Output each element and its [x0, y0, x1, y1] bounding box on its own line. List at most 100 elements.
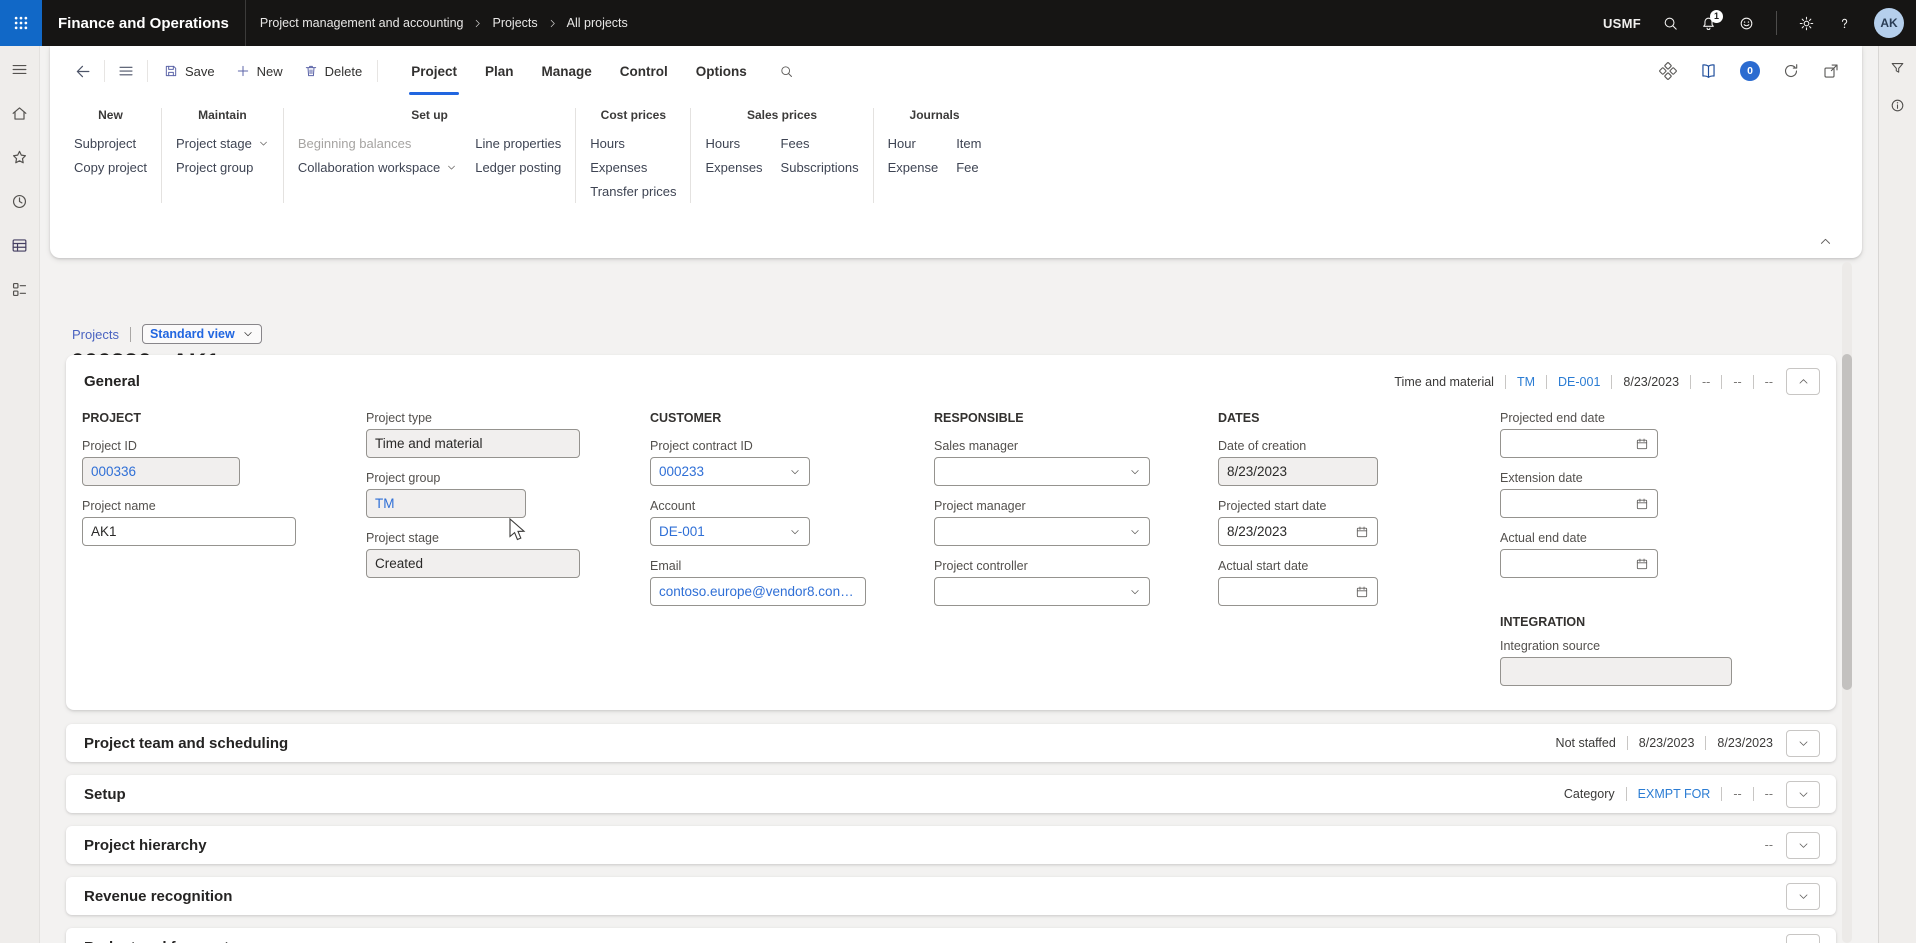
- ribbon-item-label: Fee: [956, 160, 978, 175]
- combo-field[interactable]: DE-001: [650, 517, 810, 546]
- ribbon-item-hours[interactable]: Hours: [705, 131, 762, 155]
- collapse-action-pane-button[interactable]: [1815, 231, 1836, 252]
- ribbon-item-expenses[interactable]: Expenses: [705, 155, 762, 179]
- calendar-icon[interactable]: [1629, 557, 1649, 571]
- general-column-2: CUSTOMERProject contract ID000233Account…: [650, 411, 866, 699]
- calendar-icon[interactable]: [1349, 525, 1369, 539]
- dynamics-icon[interactable]: [1659, 62, 1677, 80]
- ribbon-item-subscriptions[interactable]: Subscriptions: [781, 155, 859, 179]
- ribbon-item-expenses[interactable]: Expenses: [590, 155, 676, 179]
- chevron-down-icon[interactable]: [783, 526, 801, 538]
- actions-search-icon[interactable]: [775, 60, 798, 83]
- collapse-general-button[interactable]: [1786, 368, 1820, 395]
- expand-section-button[interactable]: [1786, 832, 1820, 859]
- ribbon-item-project-stage[interactable]: Project stage: [176, 131, 269, 155]
- calendar-icon[interactable]: [1629, 437, 1649, 451]
- chevron-down-icon[interactable]: [783, 466, 801, 478]
- date-field[interactable]: [1218, 577, 1378, 606]
- breadcrumb-item-projects[interactable]: Projects: [492, 16, 537, 30]
- date-field[interactable]: [1500, 429, 1658, 458]
- expand-section-button[interactable]: [1786, 730, 1820, 757]
- app-launcher-button[interactable]: [0, 0, 42, 46]
- input-field[interactable]: contoso.europe@vendor8.cons...: [650, 577, 866, 606]
- view-selector[interactable]: Standard view: [142, 324, 262, 344]
- open-in-new-window-icon[interactable]: [1822, 62, 1840, 80]
- ribbon-item-item[interactable]: Item: [956, 131, 981, 155]
- field-label: Projected end date: [1500, 411, 1732, 425]
- home-icon[interactable]: [10, 104, 29, 123]
- chevron-down-icon[interactable]: [1123, 466, 1141, 478]
- workspaces-list-icon[interactable]: [10, 280, 29, 299]
- ribbon-item-hour[interactable]: Hour: [888, 131, 939, 155]
- date-field[interactable]: 8/23/2023: [1218, 517, 1378, 546]
- tab-plan[interactable]: Plan: [471, 46, 528, 96]
- ribbon-item-hours[interactable]: Hours: [590, 131, 676, 155]
- ribbon-item-expense[interactable]: Expense: [888, 155, 939, 179]
- tab-manage[interactable]: Manage: [528, 46, 606, 96]
- tab-control[interactable]: Control: [606, 46, 682, 96]
- modules-grid-icon[interactable]: [10, 236, 29, 255]
- save-button[interactable]: Save: [153, 58, 225, 84]
- delete-button[interactable]: Delete: [293, 58, 373, 84]
- feedback-smiley-icon[interactable]: [1738, 15, 1755, 32]
- avatar[interactable]: AK: [1874, 8, 1904, 38]
- guide-book-icon[interactable]: [1699, 62, 1718, 81]
- summary-item[interactable]: EXMPT FOR: [1638, 787, 1711, 801]
- combo-field[interactable]: [934, 517, 1150, 546]
- ribbon-item-fees[interactable]: Fees: [781, 131, 859, 155]
- ribbon-item-copy-project[interactable]: Copy project: [74, 155, 147, 179]
- fasttab-budget-and-forecast[interactable]: Budget and forecast: [66, 928, 1836, 943]
- nav-list-icon[interactable]: [110, 58, 142, 84]
- expand-section-button[interactable]: [1786, 781, 1820, 808]
- filter-funnel-icon[interactable]: [1889, 60, 1906, 77]
- summary-item[interactable]: TM: [1517, 375, 1535, 389]
- ribbon-item-subproject[interactable]: Subproject: [74, 131, 147, 155]
- fasttab-project-hierarchy[interactable]: Project hierarchy--: [66, 826, 1836, 864]
- summary-item[interactable]: DE-001: [1558, 375, 1600, 389]
- company-selector[interactable]: USMF: [1603, 16, 1641, 31]
- messages-badge[interactable]: 0: [1740, 61, 1760, 81]
- fasttab-project-team-and-scheduling[interactable]: Project team and schedulingNot staffed8/…: [66, 724, 1836, 762]
- tab-project[interactable]: Project: [397, 46, 471, 96]
- fasttab-setup[interactable]: SetupCategoryEXMPT FOR----: [66, 775, 1836, 813]
- favorites-star-icon[interactable]: [10, 148, 29, 167]
- expand-section-button[interactable]: [1786, 883, 1820, 910]
- tab-options[interactable]: Options: [682, 46, 761, 96]
- ribbon-item-line-properties[interactable]: Line properties: [475, 131, 561, 155]
- breadcrumb: Project management and accounting Projec…: [260, 16, 628, 30]
- general-header[interactable]: General Time and materialTMDE-0018/23/20…: [66, 355, 1836, 395]
- refresh-icon[interactable]: [1782, 62, 1800, 80]
- scrollbar-thumb[interactable]: [1842, 354, 1852, 690]
- info-circle-icon[interactable]: [1889, 97, 1906, 114]
- date-field[interactable]: [1500, 549, 1658, 578]
- fasttab-summary: Not staffed8/23/20238/23/2023: [1556, 736, 1773, 750]
- expand-section-button[interactable]: [1786, 934, 1820, 943]
- breadcrumb-item-all-projects[interactable]: All projects: [567, 16, 628, 30]
- fasttab-revenue-recognition[interactable]: Revenue recognition: [66, 877, 1836, 915]
- search-icon[interactable]: [1662, 15, 1679, 32]
- hamburger-menu-icon[interactable]: [10, 60, 29, 79]
- ribbon-item-transfer-prices[interactable]: Transfer prices: [590, 179, 676, 203]
- combo-field[interactable]: [934, 457, 1150, 486]
- date-field[interactable]: [1500, 489, 1658, 518]
- combo-field[interactable]: 000233: [650, 457, 810, 486]
- projects-list-link[interactable]: Projects: [72, 327, 119, 342]
- ribbon-item-project-group[interactable]: Project group: [176, 155, 269, 179]
- field-project-manager: Project manager: [934, 499, 1150, 546]
- help-icon[interactable]: [1836, 15, 1853, 32]
- settings-gear-icon[interactable]: [1798, 15, 1815, 32]
- breadcrumb-item-module[interactable]: Project management and accounting: [260, 16, 464, 30]
- recent-clock-icon[interactable]: [10, 192, 29, 211]
- ribbon-item-ledger-posting[interactable]: Ledger posting: [475, 155, 561, 179]
- combo-field[interactable]: [934, 577, 1150, 606]
- chevron-down-icon[interactable]: [1123, 526, 1141, 538]
- back-button[interactable]: [66, 58, 99, 85]
- ribbon-item-fee[interactable]: Fee: [956, 155, 981, 179]
- new-button[interactable]: New: [225, 58, 293, 84]
- calendar-icon[interactable]: [1349, 585, 1369, 599]
- notifications-bell-icon[interactable]: 1: [1700, 15, 1717, 32]
- ribbon-item-collaboration-workspace[interactable]: Collaboration workspace: [298, 155, 457, 179]
- input-field[interactable]: AK1: [82, 517, 296, 546]
- chevron-down-icon[interactable]: [1123, 586, 1141, 598]
- calendar-icon[interactable]: [1629, 497, 1649, 511]
